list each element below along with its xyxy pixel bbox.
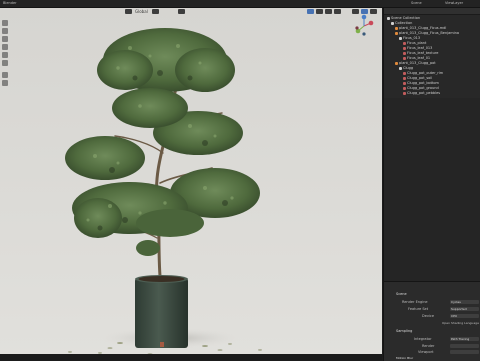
measure-tool-icon[interactable] <box>2 80 8 86</box>
outliner-item-icon <box>391 21 394 25</box>
overlay-icon[interactable] <box>316 9 323 14</box>
viewport-samples-field[interactable] <box>450 350 479 354</box>
outliner-item-label: Ficus_plant <box>407 41 427 45</box>
integrator-label: Integrator <box>414 337 432 341</box>
tool-shelf <box>2 20 8 235</box>
outliner-row[interactable]: Clugg_pot_pebbles <box>403 91 440 96</box>
outliner-empty-area <box>383 98 480 281</box>
device-label: Device <box>422 314 434 318</box>
xray-icon[interactable] <box>334 9 341 14</box>
outliner-item-icon <box>399 66 402 70</box>
outliner-item-label: Ficus_leaf_01 <box>407 56 431 60</box>
transform-tool-icon[interactable] <box>2 60 8 66</box>
transform-orientation[interactable]: Global <box>135 9 148 14</box>
osl-checkbox-label[interactable]: Open Shading Language <box>442 321 479 325</box>
object-mode-icon[interactable] <box>125 9 132 14</box>
viewport-samples-label: Viewport <box>418 350 434 354</box>
motion-blur-section[interactable]: Motion Blur <box>396 356 413 360</box>
outliner-item-icon <box>403 81 406 85</box>
outliner-item-label: Ficus_013 <box>403 36 421 40</box>
outliner-item-label: plant_013_Clugg_Ficus_Benjamina <box>399 31 460 35</box>
move-tool-icon[interactable] <box>2 36 8 42</box>
outliner-item-icon <box>395 61 398 65</box>
snap-icon[interactable] <box>178 9 185 14</box>
scene-render <box>65 28 262 356</box>
scene-header: Scene <box>396 292 407 296</box>
outliner-item-icon <box>403 91 406 95</box>
outliner-item-label: Clugg_pot_ground <box>407 86 439 90</box>
outliner-item-label: Clugg <box>403 66 414 70</box>
outliner-item-icon <box>387 16 390 20</box>
outliner-item-label: Scene Collection <box>391 16 421 20</box>
outliner-item-label: Clugg_pot_bottom <box>407 81 439 85</box>
device-dropdown[interactable]: CPU <box>450 314 479 318</box>
outliner-item-icon <box>403 51 406 55</box>
render-engine-label: Render Engine <box>402 300 428 304</box>
scene-selector[interactable]: Scene <box>411 1 422 5</box>
outliner-item-icon <box>403 71 406 75</box>
outliner-item-icon <box>395 26 398 30</box>
annotate-tool-icon[interactable] <box>2 72 8 78</box>
plant-pot <box>135 275 188 348</box>
outliner-item-icon <box>403 56 406 60</box>
outliner-item-label: plant_013_Clugg_Ficus.mdl <box>399 26 447 30</box>
outliner-item-label: Clugg_pot_soil <box>407 76 433 80</box>
outliner-item-icon <box>403 41 406 45</box>
outliner-item-icon <box>403 86 406 90</box>
outliner-item-icon <box>403 76 406 80</box>
rotate-tool-icon[interactable] <box>2 44 8 50</box>
status-bar <box>0 354 382 360</box>
sampling-section[interactable]: Sampling <box>396 329 412 333</box>
outliner-item-icon <box>395 31 398 35</box>
outliner-panel: Scene Collection Collection plant_013_Clug… <box>383 8 480 98</box>
outliner-item-label: plant_013_Clugg_pot <box>399 61 436 65</box>
feature-set-dropdown[interactable]: Supported <box>450 307 479 311</box>
outliner-item-icon <box>403 46 406 50</box>
top-header-bar: Blender Scene ViewLayer <box>0 0 480 8</box>
render-samples-label: Render <box>422 344 435 348</box>
outliner-item-icon <box>399 36 402 40</box>
select-icon[interactable] <box>307 9 314 14</box>
navigation-gizmo[interactable] <box>352 14 376 38</box>
outliner-item-label: Collection <box>395 21 413 25</box>
pivot-icon[interactable] <box>152 9 159 14</box>
3d-viewport[interactable] <box>0 8 382 360</box>
outliner-header <box>384 8 480 15</box>
tree-foliage <box>65 28 260 256</box>
render-samples-field[interactable] <box>450 344 479 348</box>
outliner-item-label: Clugg_pot_outer_rim <box>407 71 444 75</box>
properties-panel: Scene Render Engine Cycles Feature Set S… <box>383 281 480 361</box>
outliner-item-label: Ficus_leaf_texture <box>407 51 439 55</box>
view-layer-selector[interactable]: ViewLayer <box>445 1 463 5</box>
select-tool-icon[interactable] <box>2 20 8 26</box>
integrator-dropdown[interactable]: Path Tracing <box>450 337 479 341</box>
cursor-tool-icon[interactable] <box>2 28 8 34</box>
viewport-header: Global <box>0 8 382 16</box>
render-engine-dropdown[interactable]: Cycles <box>450 300 479 304</box>
app-title: Blender <box>3 1 17 5</box>
outliner-item-label: Ficus_leaf_013 <box>407 46 433 50</box>
scale-tool-icon[interactable] <box>2 52 8 58</box>
gizmo-toggle-icon[interactable] <box>325 9 332 14</box>
outliner-item-label: Clugg_pot_pebbles <box>407 91 441 95</box>
feature-set-label: Feature Set <box>408 307 429 311</box>
